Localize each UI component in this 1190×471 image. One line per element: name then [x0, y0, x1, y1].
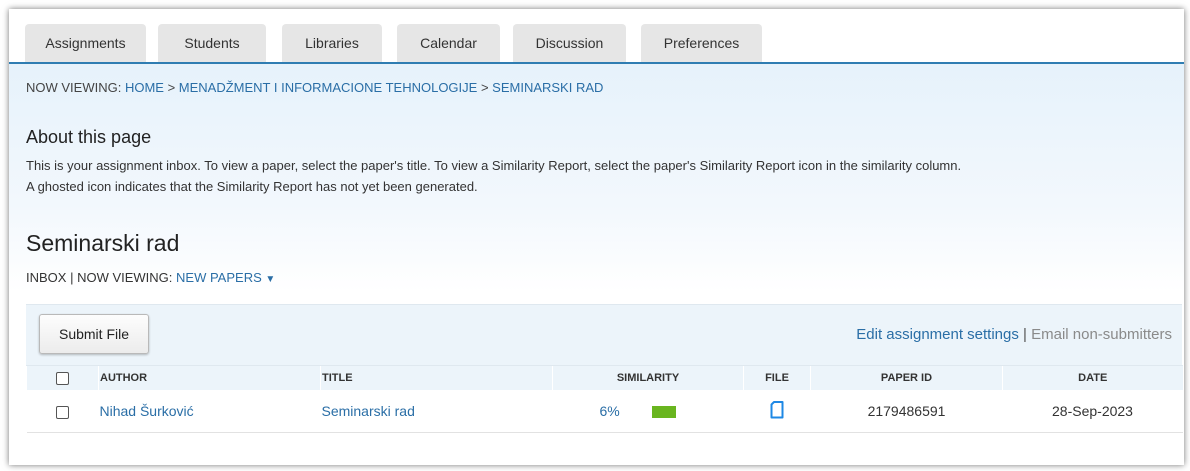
tab-preferences[interactable]: Preferences	[641, 24, 762, 62]
breadcrumb-separator: >	[477, 80, 493, 95]
about-heading: About this page	[26, 127, 152, 147]
file-cell	[743, 390, 811, 433]
title-cell: Seminarski rad	[320, 390, 553, 433]
chevron-down-icon: ▼	[265, 274, 276, 285]
document-icon[interactable]	[770, 400, 784, 422]
view-filter-label: NEW PAPERS	[176, 270, 262, 285]
tab-calendar[interactable]: Calendar	[397, 24, 500, 62]
submit-file-button[interactable]: Submit File	[39, 314, 149, 354]
tab-assignments[interactable]: Assignments	[25, 24, 146, 62]
date-column-header[interactable]: DATE	[1002, 365, 1183, 390]
app-window: Assignments Students Libraries Calendar …	[9, 9, 1184, 465]
author-cell: Nihad Šurković	[98, 390, 321, 433]
about-text-line: A ghosted icon indicates that the Simila…	[26, 179, 478, 194]
papers-table: AUTHOR TITLE SIMILARITY FILE PAPER ID DA…	[26, 365, 1183, 433]
author-link[interactable]: Nihad Šurković	[100, 403, 194, 419]
breadcrumb-assignment-link[interactable]: SEMINARSKI RAD	[492, 80, 603, 95]
title-column-header[interactable]: TITLE	[320, 365, 553, 390]
breadcrumb-prefix: NOW VIEWING:	[26, 80, 125, 95]
inbox-label: INBOX	[26, 270, 67, 285]
author-column-header[interactable]: AUTHOR	[98, 365, 321, 390]
email-non-submitters-link[interactable]: Email non-submitters	[1031, 326, 1172, 343]
about-text-line: This is your assignment inbox. To view a…	[26, 158, 962, 173]
row-checkbox[interactable]	[56, 405, 69, 419]
toolbar-links: Edit assignment settings | Email non-sub…	[856, 326, 1172, 343]
similarity-column-header[interactable]: SIMILARITY	[552, 365, 744, 390]
breadcrumb: NOW VIEWING: HOME > MENADŽMENT I INFORMA…	[26, 80, 603, 95]
row-select-cell	[26, 390, 99, 433]
paper-title-link[interactable]: Seminarski rad	[322, 403, 415, 419]
link-separator: |	[1018, 326, 1032, 343]
breadcrumb-separator: >	[163, 80, 179, 95]
paper-id-cell: 2179486591	[810, 390, 1003, 433]
tab-discussion[interactable]: Discussion	[513, 24, 626, 62]
inbox-view-line: INBOX | NOW VIEWING: NEW PAPERS ▼	[26, 270, 275, 285]
inbox-toolbar: Submit File Edit assignment settings | E…	[26, 304, 1182, 365]
now-viewing-label: NOW VIEWING:	[77, 270, 177, 285]
view-filter-dropdown[interactable]: NEW PAPERS ▼	[176, 270, 275, 285]
tab-libraries[interactable]: Libraries	[282, 24, 382, 62]
date-cell: 28-Sep-2023	[1002, 390, 1183, 433]
file-column-header: FILE	[743, 365, 811, 390]
tab-students[interactable]: Students	[158, 24, 266, 62]
similarity-percent-link[interactable]: 6%	[600, 403, 620, 419]
inbox-table-panel: Submit File Edit assignment settings | E…	[26, 304, 1183, 433]
inbox-divider: |	[66, 270, 78, 285]
about-description: This is your assignment inbox. To view a…	[26, 155, 1184, 197]
select-all-checkbox[interactable]	[56, 371, 69, 385]
tab-bar: Assignments Students Libraries Calendar …	[9, 9, 1184, 62]
edit-assignment-settings-link[interactable]: Edit assignment settings	[856, 326, 1019, 343]
similarity-report-icon[interactable]	[651, 406, 676, 419]
breadcrumb-course-link[interactable]: MENADŽMENT I INFORMACIONE TEHNOLOGIJE	[179, 80, 478, 95]
select-all-cell	[26, 365, 99, 390]
assignment-title: Seminarski rad	[26, 230, 180, 256]
similarity-cell: 6%	[552, 390, 744, 433]
table-header-row: AUTHOR TITLE SIMILARITY FILE PAPER ID DA…	[26, 365, 1183, 390]
breadcrumb-home-link[interactable]: HOME	[125, 80, 164, 95]
paper-id-column-header[interactable]: PAPER ID	[810, 365, 1003, 390]
table-row: Nihad Šurković Seminarski rad 6% 2179486…	[26, 390, 1183, 433]
